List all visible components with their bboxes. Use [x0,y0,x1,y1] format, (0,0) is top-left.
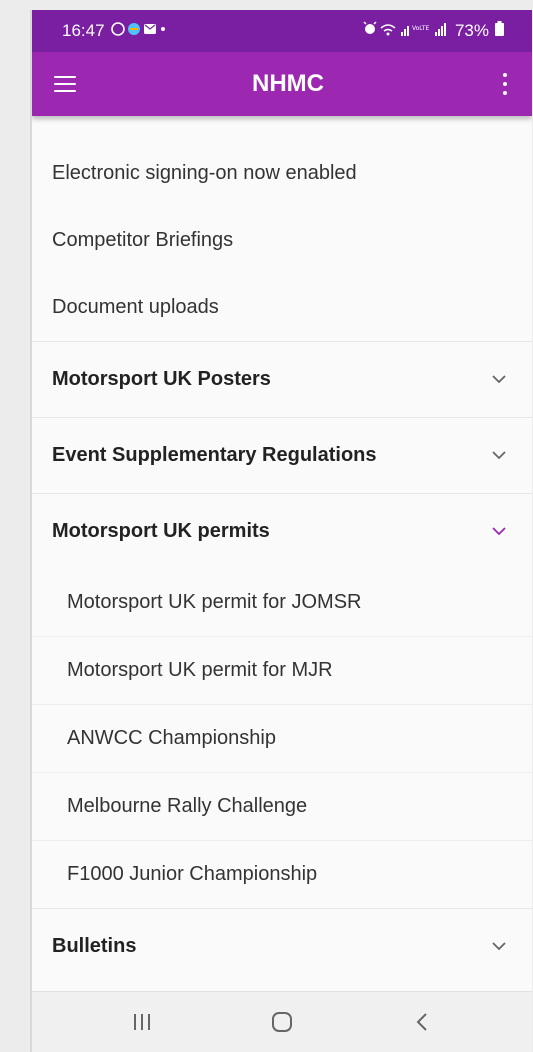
sub-item-anwcc-championship[interactable]: ANWCC Championship [32,704,532,772]
section-label: Bulletins [52,935,137,957]
hamburger-menu-icon[interactable] [54,76,76,92]
chevron-down-icon [492,527,506,536]
section-event-supplementary-regulations[interactable]: Event Supplementary Regulations [32,417,532,493]
section-label: Motorsport UK permits [52,520,270,542]
recents-icon[interactable] [122,1002,162,1042]
menu-link-electronic-signing-on[interactable]: Electronic signing-on now enabled [32,140,532,207]
menu-link-competitor-briefings[interactable]: Competitor Briefings [32,207,532,274]
alarm-wifi-signal-icons: VoLTE [363,20,449,42]
sub-item-permit-jomsr[interactable]: Motorsport UK permit for JOMSR [32,569,532,636]
battery-level: 73% [454,21,489,40]
sub-item-f1000-junior-championship[interactable]: F1000 Junior Championship [32,840,532,908]
chevron-down-icon [492,375,506,384]
status-bar: 16:47 VoLTE 73% [32,10,532,52]
notification-icons [110,21,167,42]
chevron-down-icon [492,942,506,951]
svg-text:VoLTE: VoLTE [412,25,429,32]
sub-item-label: Motorsport UK permit for MJR [67,659,333,681]
section-bulletins[interactable]: Bulletins [32,908,532,984]
menu-link-label: Document uploads [52,296,219,318]
chevron-down-icon [492,451,506,460]
section-motorsport-uk-permits[interactable]: Motorsport UK permits [32,493,532,569]
sub-item-label: Melbourne Rally Challenge [67,795,308,817]
section-motorsport-uk-posters[interactable]: Motorsport UK Posters [32,341,532,417]
app-bar: NHMC [32,52,532,116]
sub-item-label: ANWCC Championship [67,727,276,749]
menu-link-label: Competitor Briefings [52,229,234,251]
section-label: Event Supplementary Regulations [52,444,377,466]
app-title: NHMC [252,70,324,97]
menu-link-label: Electronic signing-on now enabled [52,162,357,184]
menu-list: Electronic signing-on now enabled Compet… [32,116,532,984]
status-time: 16:47 [62,21,105,40]
sub-item-permit-mjr[interactable]: Motorsport UK permit for MJR [32,636,532,704]
menu-link-document-uploads[interactable]: Document uploads [32,274,532,341]
home-icon[interactable] [262,1002,302,1042]
sub-item-melbourne-rally-challenge[interactable]: Melbourne Rally Challenge [32,772,532,840]
phone-screen: 16:47 VoLTE 73% NHMC Electronic signing-… [30,10,532,1052]
sub-item-label: Motorsport UK permit for JOMSR [67,591,362,613]
battery-icon [495,21,504,41]
more-vert-icon[interactable] [500,73,510,95]
status-bar-left: 16:47 [62,21,167,42]
status-bar-right: VoLTE 73% [363,20,504,42]
sub-item-label: F1000 Junior Championship [67,863,318,885]
back-icon[interactable] [402,1002,442,1042]
system-nav-bar [32,991,532,1052]
section-label: Motorsport UK Posters [52,368,271,390]
